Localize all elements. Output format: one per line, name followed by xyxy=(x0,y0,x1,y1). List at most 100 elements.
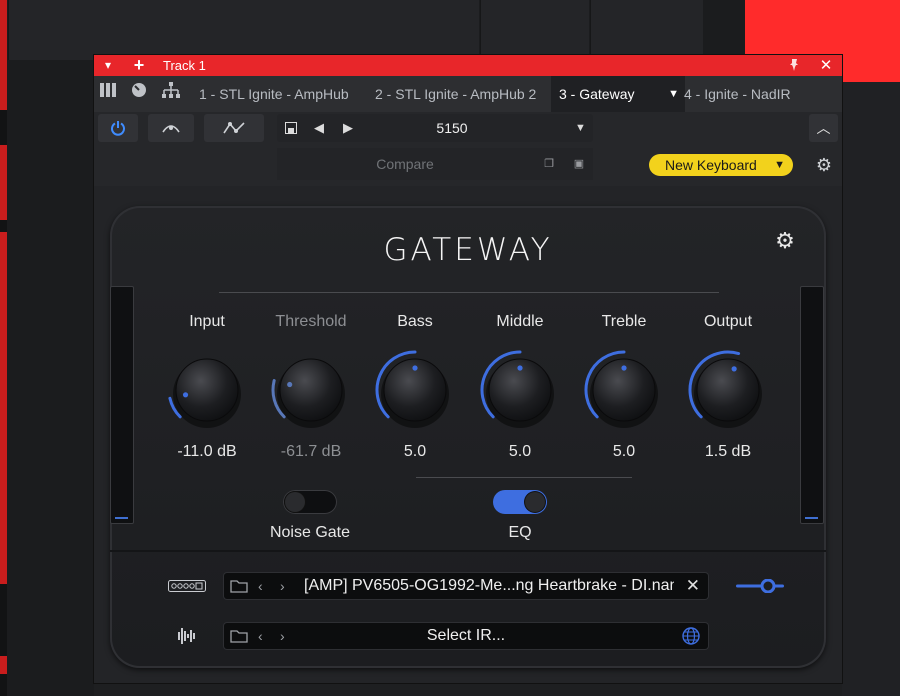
tab-gateway-label: 3 - Gateway xyxy=(559,86,635,102)
knob-value: 5.0 xyxy=(403,443,427,460)
daw-track-clip[interactable] xyxy=(0,232,7,584)
collapse-button[interactable]: ︿ xyxy=(809,114,838,142)
knob-value: 5.0 xyxy=(508,443,532,460)
input-meter xyxy=(110,286,134,524)
plugin-settings-gear-icon[interactable]: ⚙ xyxy=(772,228,798,254)
globe-icon[interactable] xyxy=(682,623,700,653)
input-knob[interactable] xyxy=(159,342,255,438)
amp-model-icon xyxy=(168,580,206,595)
eq-label: EQ xyxy=(508,524,532,541)
knob-pointer xyxy=(731,366,737,372)
close-icon[interactable]: ✕ xyxy=(816,55,836,76)
knob-bass: Bass 5.0 xyxy=(367,312,463,462)
knob-pointer xyxy=(182,392,189,398)
gateway-panel: GATEWAY ⚙ Input -11.0 dB Threshold -61.7 dB… xyxy=(110,206,826,668)
eq-toggle[interactable] xyxy=(493,490,547,514)
title-divider xyxy=(219,292,719,293)
file-section-divider xyxy=(110,550,826,552)
compare-button[interactable]: Compare xyxy=(277,148,533,180)
routing-icon[interactable] xyxy=(160,82,182,104)
knob-pointer xyxy=(287,381,293,388)
knob-middle: Middle 5.0 xyxy=(472,312,568,462)
plugin-control-row: ◀ ▶ 5150 ▼ ︿ xyxy=(94,112,842,148)
window-title: Track 1 xyxy=(163,58,206,73)
daw-arrange-area xyxy=(8,0,479,60)
menu-triangle-icon[interactable]: ▾ xyxy=(100,55,116,76)
preset-prev-icon[interactable]: ◀ xyxy=(314,114,324,142)
add-icon[interactable]: + xyxy=(131,55,147,76)
plugin-window: ▾ + Track 1 ✕ 1 - STL Ignite - AmpHub 2 … xyxy=(94,55,842,683)
window-titlebar[interactable]: ▾ + Track 1 ✕ xyxy=(94,55,842,76)
knob-output: Output 1.5 dB xyxy=(680,312,776,462)
knob-treble: Treble 5.0 xyxy=(576,312,672,462)
keyboard-label: New Keyboard xyxy=(665,157,757,173)
amp-clear-icon[interactable]: ✕ xyxy=(686,573,700,599)
knob-pointer xyxy=(517,365,523,371)
noise-gate-label: Noise Gate xyxy=(269,524,351,541)
dial-icon[interactable] xyxy=(128,82,150,104)
knob-pointer xyxy=(621,365,627,371)
knob-value: 5.0 xyxy=(612,443,636,460)
keyboard-dropdown-icon: ▼ xyxy=(774,159,785,171)
treble-knob[interactable] xyxy=(576,342,672,438)
noise-gate-toggle[interactable] xyxy=(283,490,337,514)
plugin-body: GATEWAY ⚙ Input -11.0 dB Threshold -61.7 dB… xyxy=(94,186,842,683)
preset-dropdown-icon[interactable]: ▼ xyxy=(575,114,586,142)
middle-knob[interactable] xyxy=(472,342,568,438)
copy-icon[interactable]: ❐ xyxy=(540,155,558,173)
ir-file-bar: ‹ › Select IR... xyxy=(224,623,708,649)
daw-track-clip[interactable] xyxy=(0,145,7,220)
columns-icon[interactable] xyxy=(97,82,119,104)
preset-save-icon[interactable] xyxy=(285,114,297,144)
preset-name[interactable]: 5150 xyxy=(397,114,507,142)
preset-next-icon[interactable]: ▶ xyxy=(343,114,353,142)
amp-next-icon[interactable]: › xyxy=(280,573,285,599)
pin-icon[interactable] xyxy=(784,55,804,76)
waveform-icon xyxy=(174,626,198,649)
tab-stl-ignite-amphub[interactable]: 1 - STL Ignite - AmpHub xyxy=(191,76,357,112)
knob-value: -61.7 dB xyxy=(280,443,342,460)
knob-label: Output xyxy=(703,313,753,330)
keyboard-selector[interactable]: New Keyboard ▼ xyxy=(649,154,793,176)
bass-knob[interactable] xyxy=(367,342,463,438)
ir-file-name[interactable]: Select IR... xyxy=(224,623,708,649)
envelope-button[interactable] xyxy=(204,114,264,142)
plugin-title: GATEWAY xyxy=(383,232,553,268)
daw-right-panel xyxy=(842,82,900,696)
eq-divider xyxy=(416,477,632,478)
output-meter xyxy=(800,286,824,524)
settings-gear-icon[interactable]: ⚙ xyxy=(813,154,835,176)
knob-label: Middle xyxy=(496,313,544,330)
threshold-knob[interactable] xyxy=(263,342,359,438)
amp-prev-icon[interactable]: ‹ xyxy=(258,573,263,599)
preset-selector[interactable]: ◀ ▶ 5150 ▼ xyxy=(277,114,593,142)
tab-stl-ignite-amphub-2[interactable]: 2 - STL Ignite - AmpHub 2 xyxy=(367,76,544,112)
tab-gateway[interactable]: 3 - Gateway ▼ xyxy=(551,76,685,112)
plugin-compare-row: Compare ❐ ▣ New Keyboard ▼ ⚙ xyxy=(94,148,842,186)
knob-value: -11.0 dB xyxy=(177,443,237,460)
knob-input: Input -11.0 dB xyxy=(159,312,255,462)
amp-level-slider[interactable] xyxy=(736,578,786,594)
tab-ignite-nadir[interactable]: 4 - Ignite - NadIR xyxy=(676,76,799,112)
daw-bottom-bar xyxy=(94,683,842,696)
knob-label: Treble xyxy=(601,313,647,330)
daw-track-clip[interactable] xyxy=(0,0,7,110)
knob-pointer xyxy=(412,365,418,371)
daw-track-clip[interactable] xyxy=(0,656,7,674)
amp-folder-icon[interactable] xyxy=(230,573,248,601)
amp-file-name[interactable]: [AMP] PV6505-OG1992-Me...ng Heartbrake -… xyxy=(304,573,674,599)
knob-label: Input xyxy=(189,313,225,330)
knob-label: Threshold xyxy=(275,313,347,330)
power-button[interactable] xyxy=(98,114,138,142)
knob-threshold: Threshold -61.7 dB xyxy=(263,312,359,462)
automation-button[interactable] xyxy=(148,114,194,142)
compare-area: Compare ❐ ▣ xyxy=(277,148,593,180)
knob-label: Bass xyxy=(397,313,433,330)
paste-icon[interactable]: ▣ xyxy=(570,155,588,173)
daw-arrange-area xyxy=(590,0,703,60)
daw-arrange-area xyxy=(480,0,589,60)
amp-file-bar: ‹ › [AMP] PV6505-OG1992-Me...ng Heartbra… xyxy=(224,573,708,599)
knob-value: 1.5 dB xyxy=(704,443,752,460)
output-knob[interactable] xyxy=(680,342,776,438)
plugin-tab-row: 1 - STL Ignite - AmpHub 2 - STL Ignite -… xyxy=(94,76,842,112)
